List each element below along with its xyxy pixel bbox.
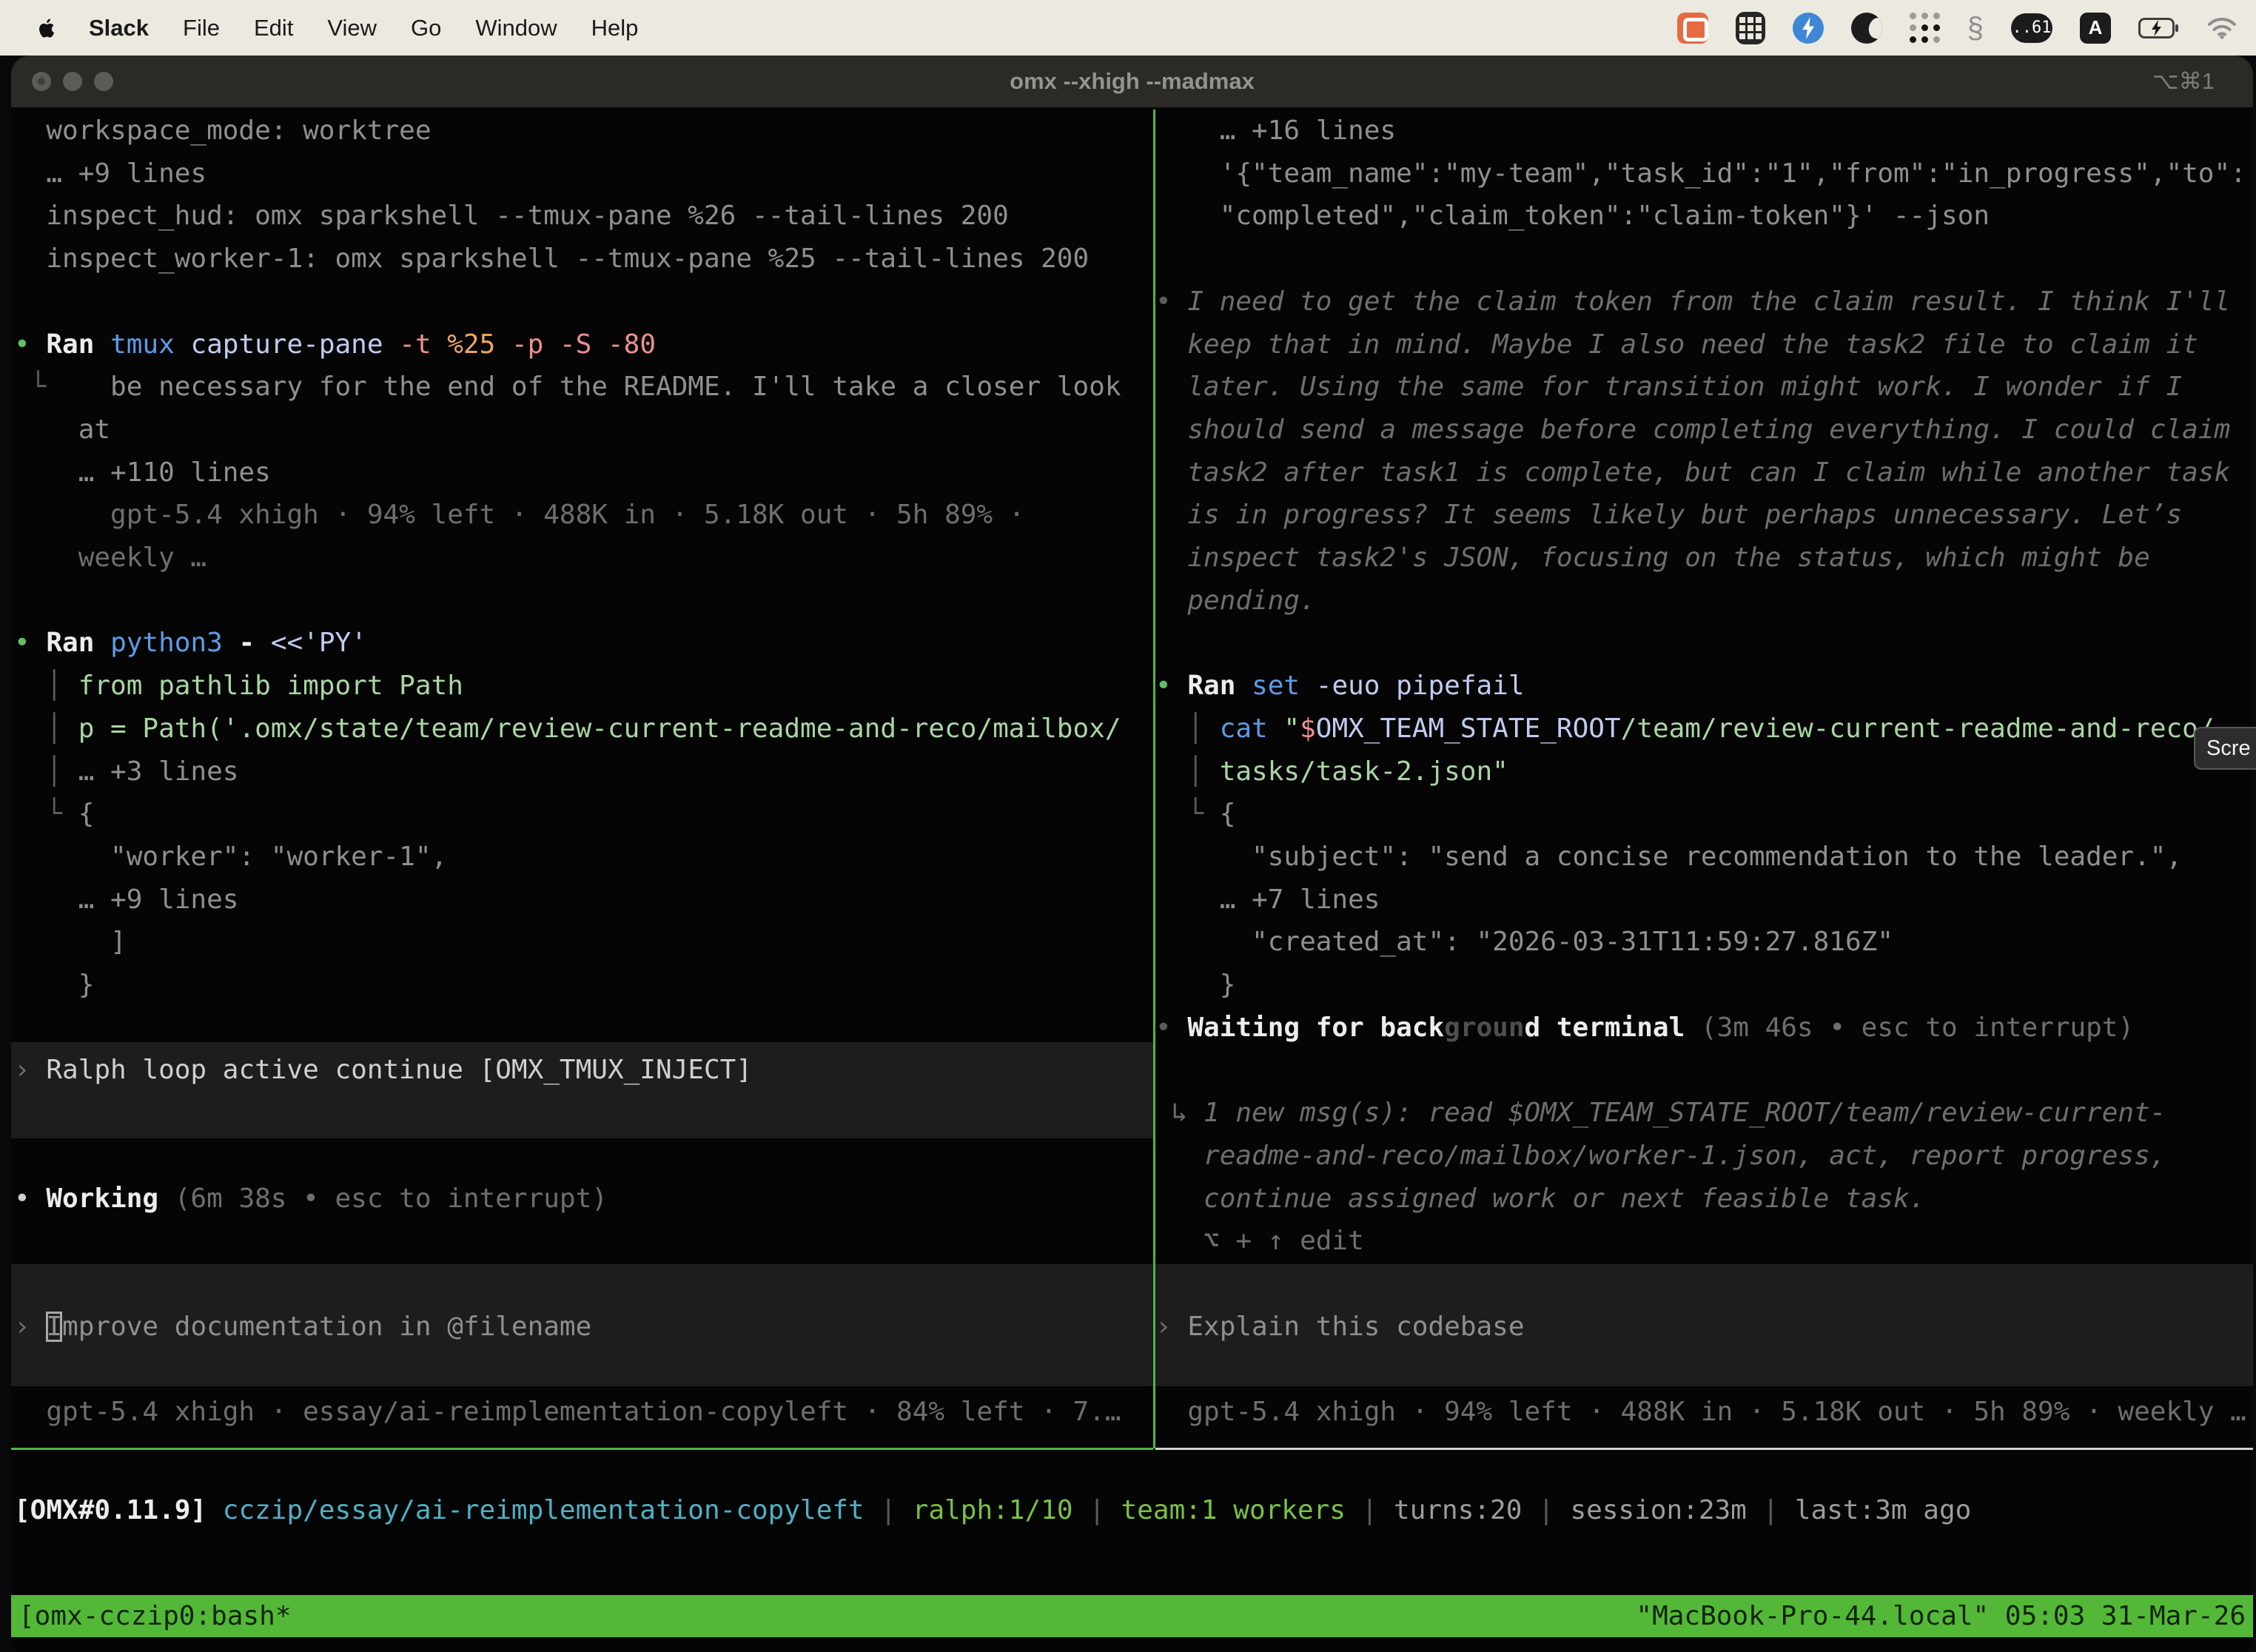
waiting-status-line: • Waiting for background terminal (3m 46… xyxy=(1155,1007,2134,1050)
terminal-line: readme-and-reco/mailbox/worker-1.json, a… xyxy=(1155,1135,2166,1178)
close-button[interactable] xyxy=(32,72,51,91)
terminal-line: │ p = Path('.omx/state/team/review-curre… xyxy=(14,708,1121,751)
terminal-line: at xyxy=(14,409,110,451)
menu-item-go[interactable]: Go xyxy=(411,15,441,41)
menu-status-icons: § ..61 A xyxy=(1677,12,2237,44)
dark-circle-icon[interactable] xyxy=(1851,13,1882,44)
chat-app-icon[interactable] xyxy=(1677,13,1708,44)
terminal-line: should send a message before completing … xyxy=(1155,409,2230,451)
window-shortcut-badge: ⌥⌘1 xyxy=(2152,56,2215,107)
terminal-line: └ be necessary for the end of the README… xyxy=(14,366,1121,409)
terminal-line: inspect_hud: omx sparkshell --tmux-pane … xyxy=(14,195,1009,238)
terminal-line: … +9 lines xyxy=(14,879,238,921)
prompt-input-line[interactable]: › Explain this codebase xyxy=(1155,1306,1525,1349)
terminal-line: workspace_mode: worktree xyxy=(14,110,432,152)
terminal-line: "worker": "worker-1", xyxy=(14,836,447,879)
terminal-line: │ from pathlib import Path xyxy=(14,665,463,708)
menu-item-edit[interactable]: Edit xyxy=(254,15,293,41)
terminal-line: • Ran python3 - <<'PY' xyxy=(14,622,367,665)
terminal-line: │ tasks/task-2.json" xyxy=(1155,751,1508,793)
tmux-status-bar: [omx-cczip0:bash* "MacBook-Pro-44.local"… xyxy=(11,1595,2253,1637)
terminal-line: continue assigned work or next feasible … xyxy=(1155,1178,1925,1220)
terminal-line: │ … +3 lines xyxy=(14,751,238,793)
left-pane-border xyxy=(11,1448,1153,1450)
terminal-line: └ { xyxy=(14,793,94,836)
omx-status-line: [OMX#0.11.9] cczip/essay/ai-reimplementa… xyxy=(14,1489,1971,1532)
apple-menu-icon[interactable] xyxy=(36,16,58,41)
terminal-line: is in progress? It seems likely but perh… xyxy=(1155,494,2182,537)
terminal-line: task2 after task1 is complete, but can I… xyxy=(1155,451,2230,494)
screen: Slack File Edit View Go Window Help § ..61 A xyxy=(0,0,2256,1652)
terminal-line: ↳ 1 new msg(s): read $OMX_TEAM_STATE_ROO… xyxy=(1155,1092,2166,1135)
prompt-input-line[interactable]: › Improve documentation in @filename xyxy=(14,1306,591,1349)
tmux-host-clock-label: "MacBook-Pro-44.local" 05:03 31-Mar-26 xyxy=(1636,1601,2253,1631)
menu-bar: Slack File Edit View Go Window Help § ..61 A xyxy=(0,0,2256,56)
terminal-line: ] xyxy=(14,921,127,964)
terminal-line: keep that in mind. Maybe I also need the… xyxy=(1155,323,2198,366)
battery-charging-icon[interactable] xyxy=(2138,18,2180,38)
edit-hint-line: ⌥ + ↑ edit xyxy=(1155,1220,1364,1263)
menu-item-window[interactable]: Window xyxy=(475,15,557,41)
grid-shield-icon[interactable] xyxy=(1736,12,1765,44)
zoom-button[interactable] xyxy=(94,72,113,91)
terminal-line: inspect task2's JSON, focusing on the st… xyxy=(1155,537,2150,580)
badge-61-icon[interactable]: ..61 xyxy=(2011,13,2052,43)
working-status-line: • Working (6m 38s • esc to interrupt) xyxy=(14,1178,608,1220)
input-source-icon[interactable]: A xyxy=(2080,13,2111,44)
screen-notification-overlay: Scre xyxy=(2194,727,2256,770)
terminal-line: … +16 lines xyxy=(1155,110,1396,152)
text-cursor[interactable]: I xyxy=(46,1312,62,1342)
dots-grid-icon[interactable] xyxy=(1910,13,1940,43)
terminal-line: pending. xyxy=(1155,580,1316,622)
terminal-line: gpt-5.4 xhigh · 94% left · 488K in · 5.1… xyxy=(14,494,1024,537)
terminal-line: … +7 lines xyxy=(1155,879,1380,921)
terminal-line: • Ran set -euo pipefail xyxy=(1155,665,1525,708)
menu-app-name[interactable]: Slack xyxy=(89,15,149,41)
ralph-loop-status-line: › Ralph loop active continue [OMX_TMUX_I… xyxy=(14,1049,752,1092)
menu-item-help[interactable]: Help xyxy=(591,15,639,41)
menu-items: File Edit View Go Window Help xyxy=(149,15,638,41)
menu-item-view[interactable]: View xyxy=(327,15,377,41)
wifi-icon[interactable] xyxy=(2207,17,2237,39)
terminal-line: … +110 lines xyxy=(14,451,271,494)
window-title: omx --xhigh --madmax xyxy=(1010,56,1255,107)
terminal-line: └ { xyxy=(1155,793,1235,836)
terminal-line: │ cat "$OMX_TEAM_STATE_ROOT/team/review-… xyxy=(1155,708,2215,751)
menu-item-file[interactable]: File xyxy=(183,15,220,41)
terminal-line: "created_at": "2026-03-31T11:59:27.816Z" xyxy=(1155,921,1893,964)
pane-status-line: gpt-5.4 xhigh · 94% left · 488K in · 5.1… xyxy=(1155,1391,2246,1434)
pane-status-line: gpt-5.4 xhigh · essay/ai-reimplementatio… xyxy=(14,1391,1121,1434)
blue-badge-icon[interactable] xyxy=(1793,13,1824,44)
right-pane-border xyxy=(1155,1448,2253,1450)
terminal-line: "subject": "send a concise recommendatio… xyxy=(1155,836,2182,879)
terminal-line: … +9 lines xyxy=(14,152,207,195)
overlay-label: Scre xyxy=(2206,736,2251,761)
terminal-line: • I need to get the claim token from the… xyxy=(1155,281,2230,323)
tmux-session-label: [omx-cczip0:bash* xyxy=(11,1601,291,1631)
terminal-line: } xyxy=(1155,964,1235,1007)
terminal-line: • Ran tmux capture-pane -t %25 -p -S -80 xyxy=(14,323,656,366)
terminal-line: '{"team_name":"my-team","task_id":"1","f… xyxy=(1155,152,2246,195)
terminal-line: } xyxy=(14,964,94,1007)
hook-icon[interactable]: § xyxy=(1967,13,1984,43)
minimize-button[interactable] xyxy=(63,72,82,91)
terminal-line: inspect_worker-1: omx sparkshell --tmux-… xyxy=(14,238,1089,281)
window-title-bar: omx --xhigh --madmax ⌥⌘1 xyxy=(11,56,2253,107)
terminal-line: "completed","claim_token":"claim-token"}… xyxy=(1155,195,1990,238)
terminal-line: weekly … xyxy=(14,537,207,580)
terminal-line: later. Using the same for transition mig… xyxy=(1155,366,2182,409)
